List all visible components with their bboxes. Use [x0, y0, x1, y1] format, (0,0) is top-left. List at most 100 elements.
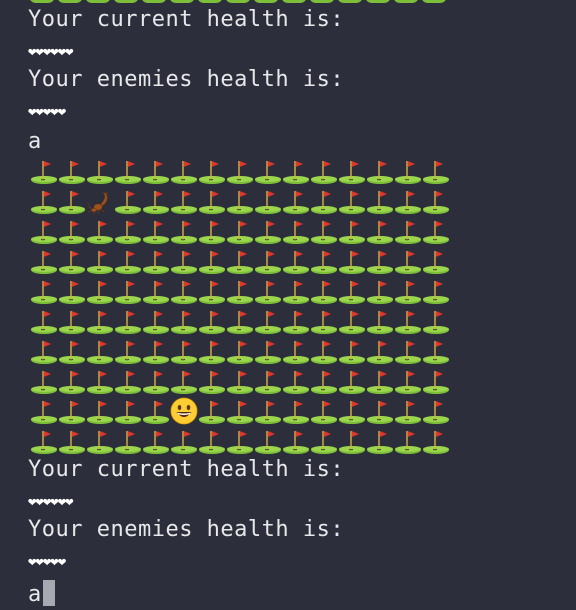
grass-fragment-icon [393, 0, 419, 3]
golf-flag-tile-icon [86, 306, 114, 336]
golf-flag-tile-icon [86, 396, 114, 426]
golf-flag-tile-icon [142, 396, 170, 426]
golf-flag-tile-icon [394, 426, 422, 456]
golf-flag-tile-icon [170, 186, 198, 216]
golf-flag-tile-icon [338, 396, 366, 426]
golf-flag-tile-icon [282, 306, 310, 336]
golf-flag-tile-icon [310, 216, 338, 246]
golf-flag-tile-icon [422, 276, 450, 306]
golf-flag-tile-icon [254, 426, 282, 456]
golf-flag-tile-icon [394, 366, 422, 396]
grass-fragment-icon [85, 0, 111, 3]
golf-flag-tile-icon [30, 246, 58, 276]
golf-flag-tile-icon [226, 186, 254, 216]
golf-flag-tile-icon [58, 426, 86, 456]
golf-flag-tile-icon [198, 426, 226, 456]
golf-flag-tile-icon [254, 396, 282, 426]
golf-flag-tile-icon [338, 306, 366, 336]
grass-fragment-icon [281, 0, 307, 3]
golf-flag-tile-icon [114, 426, 142, 456]
golf-flag-tile-icon [58, 216, 86, 246]
golf-flag-tile-icon [338, 186, 366, 216]
grinning-face-icon [170, 396, 198, 426]
golf-flag-tile-icon [282, 216, 310, 246]
previous-board-fragment [28, 0, 448, 4]
golf-flag-tile-icon [170, 276, 198, 306]
golf-flag-tile-icon [170, 216, 198, 246]
golf-flag-tile-icon [142, 216, 170, 246]
golf-flag-tile-icon [198, 216, 226, 246]
golf-flag-tile-icon [282, 156, 310, 186]
golf-flag-tile-icon [422, 216, 450, 246]
golf-flag-tile-icon [198, 336, 226, 366]
enemy-health-hearts: ❤❤❤❤❤ [28, 554, 66, 570]
golf-flag-tile-icon [170, 246, 198, 276]
golf-flag-tile-icon [30, 276, 58, 306]
golf-flag-tile-icon [198, 306, 226, 336]
golf-flag-tile-icon [58, 366, 86, 396]
golf-flag-tile-icon [394, 276, 422, 306]
golf-flag-tile-icon [366, 306, 394, 336]
golf-flag-tile-icon [114, 366, 142, 396]
golf-flag-tile-icon [226, 156, 254, 186]
golf-flag-tile-icon [86, 426, 114, 456]
grass-fragment-icon [113, 0, 139, 3]
golf-flag-tile-icon [254, 336, 282, 366]
current-health-hearts: ❤❤❤❤❤❤ [28, 494, 74, 510]
golf-flag-tile-icon [198, 186, 226, 216]
golf-flag-tile-icon [58, 336, 86, 366]
golf-flag-tile-icon [30, 156, 58, 186]
golf-flag-tile-icon [114, 396, 142, 426]
golf-flag-tile-icon [394, 306, 422, 336]
golf-flag-tile-icon [226, 396, 254, 426]
golf-flag-tile-icon [394, 336, 422, 366]
golf-flag-tile-icon [58, 246, 86, 276]
golf-flag-tile-icon [30, 336, 58, 366]
golf-flag-tile-icon [422, 366, 450, 396]
grass-fragment-icon [57, 0, 83, 3]
golf-flag-tile-icon [254, 156, 282, 186]
golf-flag-tile-icon [226, 306, 254, 336]
golf-flag-tile-icon [366, 276, 394, 306]
golf-flag-tile-icon [58, 186, 86, 216]
golf-flag-tile-icon [282, 246, 310, 276]
golf-flag-tile-icon [310, 276, 338, 306]
golf-flag-tile-icon [366, 426, 394, 456]
golf-flag-tile-icon [198, 276, 226, 306]
golf-flag-tile-icon [86, 156, 114, 186]
golf-flag-tile-icon [282, 366, 310, 396]
golf-flag-tile-icon [30, 216, 58, 246]
golf-flag-tile-icon [366, 216, 394, 246]
game-board [30, 156, 450, 456]
golf-flag-tile-icon [114, 186, 142, 216]
command-input-echo: a [28, 129, 42, 154]
golf-flag-tile-icon [114, 336, 142, 366]
golf-flag-tile-icon [310, 366, 338, 396]
grass-fragment-icon [29, 0, 55, 3]
golf-flag-tile-icon [198, 156, 226, 186]
grass-fragment-icon [253, 0, 279, 3]
golf-flag-tile-icon [226, 216, 254, 246]
grass-fragment-icon [197, 0, 223, 3]
golf-flag-tile-icon [170, 156, 198, 186]
golf-flag-tile-icon [422, 426, 450, 456]
golf-flag-tile-icon [422, 396, 450, 426]
enemy-health-hearts: ❤❤❤❤❤ [28, 104, 66, 120]
golf-flag-tile-icon [142, 366, 170, 396]
terminal-window: Your current health is: ❤❤❤❤❤❤ Your enem… [0, 0, 576, 610]
golf-flag-tile-icon [366, 246, 394, 276]
golf-flag-tile-icon [254, 246, 282, 276]
golf-flag-tile-icon [338, 246, 366, 276]
command-input[interactable]: a [28, 582, 42, 607]
golf-flag-tile-icon [30, 186, 58, 216]
grass-fragment-icon [141, 0, 167, 3]
golf-flag-tile-icon [142, 276, 170, 306]
golf-flag-tile-icon [86, 276, 114, 306]
golf-flag-tile-icon [338, 216, 366, 246]
golf-flag-tile-icon [422, 186, 450, 216]
command-prompt-line[interactable]: a [28, 580, 55, 607]
golf-flag-tile-icon [338, 366, 366, 396]
golf-flag-tile-icon [310, 426, 338, 456]
golf-flag-tile-icon [310, 396, 338, 426]
grass-fragment-icon [421, 0, 447, 3]
